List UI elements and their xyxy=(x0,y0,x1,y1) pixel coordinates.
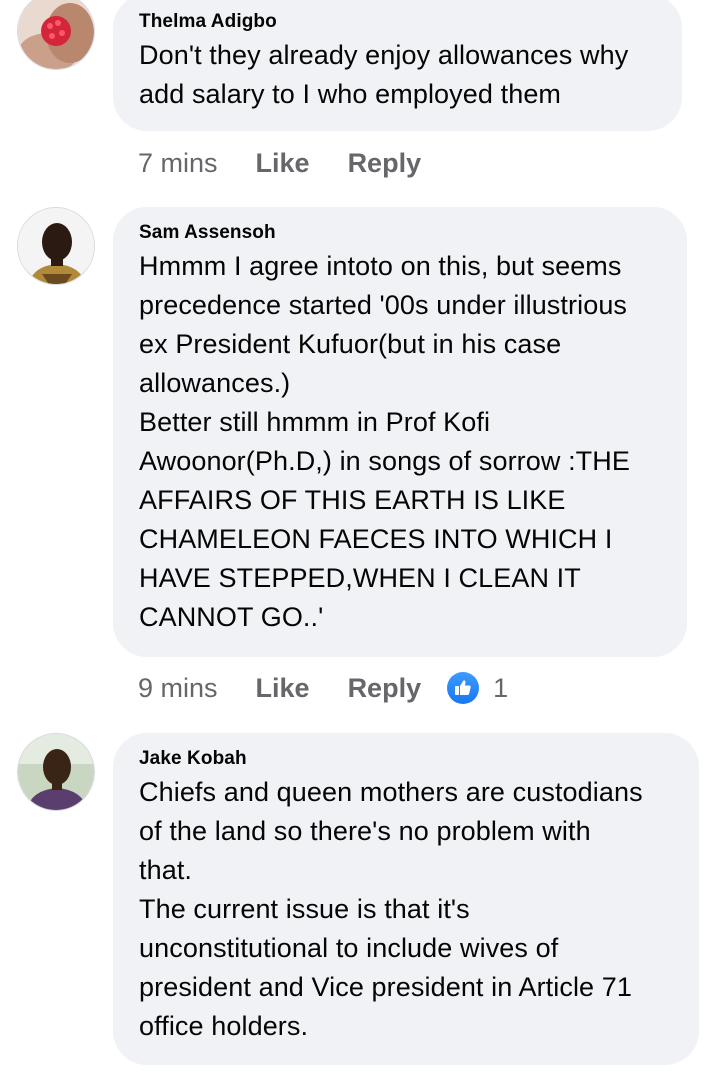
comment-bubble: Jake Kobah Chiefs and queen mothers are … xyxy=(113,733,699,1065)
comment-bubble: Thelma Adigbo Don't they already enjoy a… xyxy=(113,0,682,131)
comment-author[interactable]: Jake Kobah xyxy=(139,747,673,771)
comment-bubble: Sam Assensoh Hmmm I agree intoto on this… xyxy=(113,207,687,657)
reaction-count: 1 xyxy=(493,673,509,703)
avatar[interactable] xyxy=(17,0,95,70)
comment-timestamp[interactable]: 9 mins xyxy=(138,671,218,705)
comment-author[interactable]: Sam Assensoh xyxy=(139,221,661,245)
comment-timestamp[interactable]: 7 mins xyxy=(138,146,218,180)
thumbs-up-icon xyxy=(447,672,480,704)
like-button[interactable]: Like xyxy=(256,146,310,180)
comment-actions: 9 mins Like Reply 1 xyxy=(138,671,508,705)
comment-actions: 7 mins Like Reply xyxy=(138,146,459,180)
comment-text: Don't they already enjoy allowances why … xyxy=(139,40,629,109)
avatar[interactable] xyxy=(17,207,95,285)
like-button[interactable]: Like xyxy=(256,671,310,705)
reaction-summary[interactable]: 1 xyxy=(447,671,508,705)
avatar[interactable] xyxy=(17,733,95,811)
young-man-portrait-icon xyxy=(18,734,94,810)
reply-button[interactable]: Reply xyxy=(348,146,422,180)
comment-text: Chiefs and queen mothers are custodians … xyxy=(139,777,643,1041)
comment-text: Hmmm I agree intoto on this, but seems p… xyxy=(139,251,630,632)
raspberry-avatar-icon xyxy=(18,0,94,69)
comment-author[interactable]: Thelma Adigbo xyxy=(139,10,656,34)
man-portrait-icon xyxy=(18,208,94,284)
reply-button[interactable]: Reply xyxy=(348,671,422,705)
